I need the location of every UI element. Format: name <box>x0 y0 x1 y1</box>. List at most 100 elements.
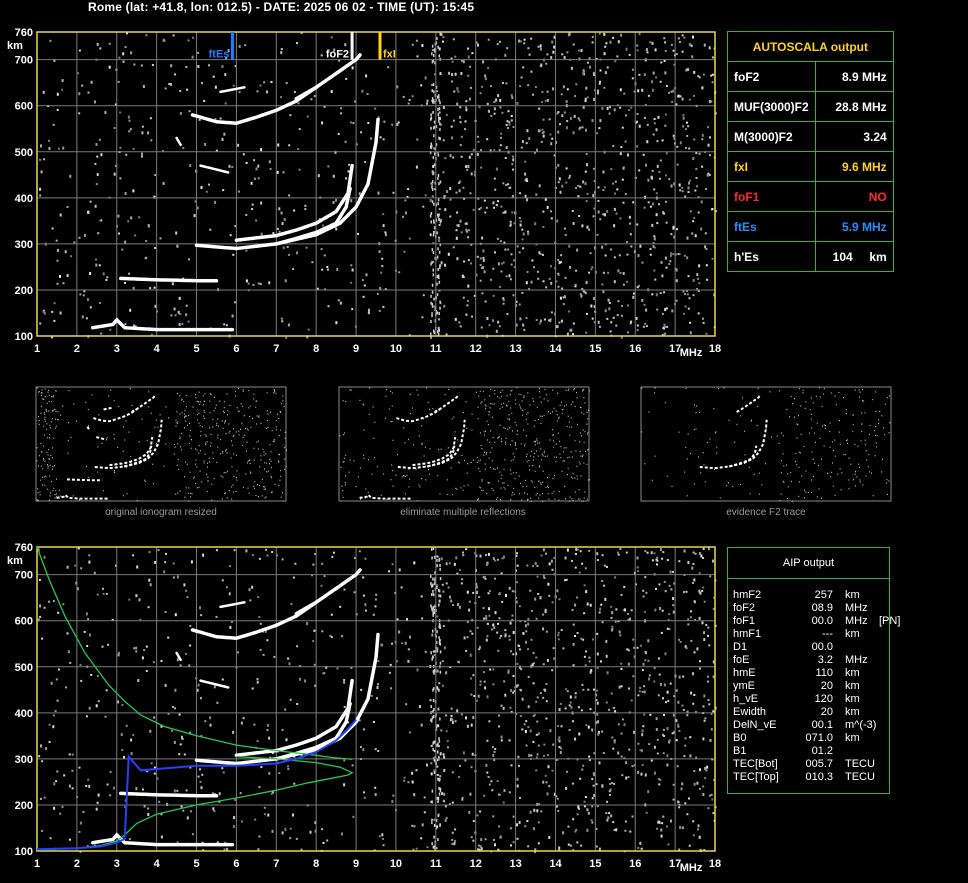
noise-dot <box>693 770 696 773</box>
noise-dot <box>598 847 601 851</box>
thumbnail-noise <box>886 493 888 496</box>
thumbnail-noise <box>504 488 506 490</box>
thumbnail-noise <box>572 477 574 479</box>
noise-dot <box>711 798 714 801</box>
noise-dot <box>96 155 99 158</box>
noise-dot <box>545 286 548 289</box>
noise-dot <box>141 152 143 155</box>
thumbnail-noise <box>794 398 795 400</box>
noise-dot <box>615 828 618 832</box>
noise-dot <box>693 694 696 696</box>
noise-dot <box>362 576 365 579</box>
noise-dot <box>507 670 510 674</box>
thumbnail-noise <box>816 422 818 424</box>
noise-dot <box>175 231 178 235</box>
thumbnail-noise <box>197 419 198 421</box>
noise-dot <box>574 692 577 695</box>
noise-dot <box>233 816 236 820</box>
noise-dot <box>501 111 504 114</box>
noise-dot <box>581 562 584 565</box>
aip-v: 00.1 <box>811 719 833 731</box>
thumbnail-noise <box>345 454 347 457</box>
thumbnail-noise <box>47 467 49 469</box>
noise-dot <box>56 699 59 702</box>
noise-dot <box>38 755 41 758</box>
thumbnail-noise <box>514 456 515 458</box>
thumbnail-noise <box>50 492 51 494</box>
noise-dot <box>698 152 701 155</box>
thumbnail-noise <box>538 465 540 467</box>
trace-stray-3 <box>175 136 182 147</box>
noise-dot <box>585 200 588 203</box>
noise-dot <box>476 586 479 589</box>
thumbnail-noise <box>235 476 237 479</box>
noise-dot <box>122 52 125 56</box>
noise-dot <box>53 319 56 322</box>
noise-dot <box>588 228 591 231</box>
noise-dot <box>252 283 255 286</box>
noise-dot <box>709 575 712 578</box>
noise-dot <box>78 49 81 52</box>
noise-dot <box>510 94 513 97</box>
thumbnail-noise <box>286 449 287 451</box>
thumbnail-noise <box>525 479 526 481</box>
noise-dot <box>411 824 414 827</box>
thumbnail-noise <box>510 460 512 462</box>
noise-dot <box>191 833 194 836</box>
thumbnail-noise <box>223 401 225 403</box>
thumbnail-noise <box>200 435 202 437</box>
thumbnail-noise <box>542 455 544 457</box>
thumbnail-noise <box>555 410 557 412</box>
thumbnail-noise <box>520 394 522 396</box>
thumbnail-noise <box>349 389 351 391</box>
noise-dot <box>254 178 257 181</box>
noise-dot <box>636 49 639 52</box>
noise-dot <box>584 291 587 294</box>
noise-dot <box>500 270 503 273</box>
noise-dot <box>705 332 708 335</box>
noise-dot <box>542 548 545 552</box>
noise-dot <box>676 163 679 166</box>
noise-dot <box>492 683 495 686</box>
noise-dot <box>572 818 575 821</box>
thumbnail-noise <box>455 487 457 489</box>
noise-dot <box>87 778 90 781</box>
noise-dot <box>537 821 540 824</box>
noise-dot <box>321 828 324 831</box>
noise-dot <box>578 119 581 122</box>
noise-dot <box>340 107 342 110</box>
thumbnail-noise <box>374 457 376 459</box>
noise-dot <box>245 162 248 164</box>
thumbnail-noise <box>490 402 492 404</box>
noise-dot <box>451 838 454 841</box>
thumbnail-noise <box>253 398 255 400</box>
x-tick-label: 12 <box>470 858 482 870</box>
noise-dot <box>536 575 539 578</box>
noise-dot <box>629 830 632 833</box>
noise-dot <box>439 752 442 756</box>
noise-dot <box>593 297 596 301</box>
noise-dot <box>675 689 678 692</box>
thumbnail-noise <box>212 426 214 428</box>
noise-dot <box>681 190 684 193</box>
noise-dot <box>462 554 465 557</box>
noise-dot <box>494 188 497 191</box>
thumbnail-noise <box>809 408 811 411</box>
noise-dot <box>382 305 385 308</box>
thumbnail-noise <box>181 449 183 451</box>
noise-dot <box>232 730 235 734</box>
x-tick-label: 8 <box>313 858 319 870</box>
noise-dot <box>296 42 299 45</box>
noise-dot <box>174 314 177 317</box>
thumbnail-noise <box>534 444 536 446</box>
thumbnail-noise <box>192 477 194 479</box>
noise-dot <box>560 254 563 257</box>
noise-dot <box>185 66 188 68</box>
noise-dot <box>497 94 500 98</box>
thumbnail-noise <box>522 409 524 411</box>
thumbnail-noise <box>176 464 178 466</box>
noise-dot <box>245 279 248 283</box>
thumbnail-noise <box>554 456 556 458</box>
noise-dot <box>672 89 675 93</box>
thumbnail-noise <box>542 470 544 472</box>
